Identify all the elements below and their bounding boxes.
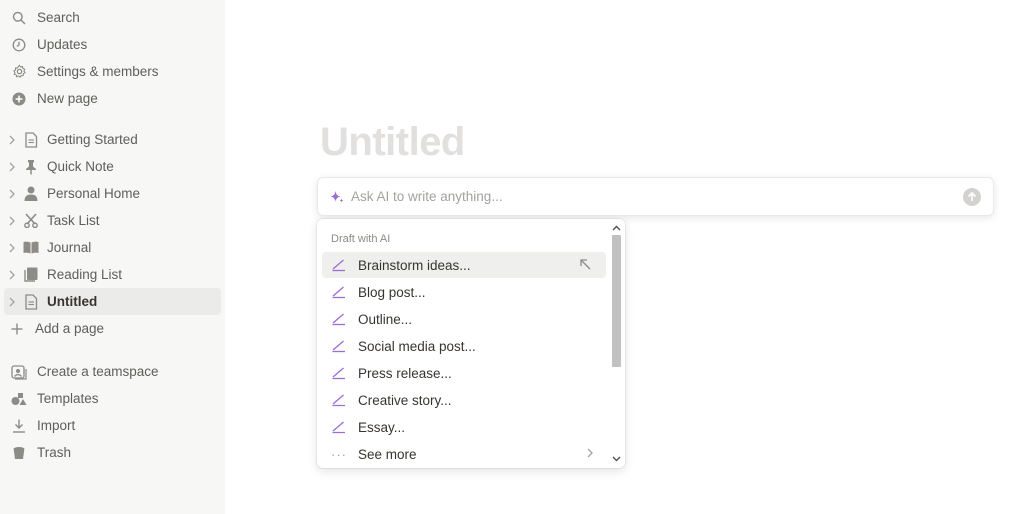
ai-prompt-bar bbox=[317, 177, 994, 216]
document-icon bbox=[23, 131, 39, 148]
menu-item-see-more[interactable]: ··· See more bbox=[322, 441, 606, 467]
sparkle-icon bbox=[330, 190, 344, 202]
sidebar-item-label: Settings & members bbox=[37, 64, 159, 79]
sidebar-page-journal[interactable]: Journal bbox=[0, 234, 221, 261]
sidebar-search[interactable]: Search bbox=[0, 4, 221, 31]
document-icon bbox=[23, 293, 39, 310]
pencil-icon bbox=[332, 367, 345, 380]
sidebar-page-quick-note[interactable]: Quick Note bbox=[0, 153, 221, 180]
sidebar-item-label: New page bbox=[37, 91, 98, 106]
sidebar-page-untitled[interactable]: Untitled bbox=[4, 288, 221, 315]
sidebar-templates[interactable]: Templates bbox=[0, 385, 221, 412]
sidebar-trash[interactable]: Trash bbox=[0, 439, 221, 466]
menu-section-header: Draft with AI bbox=[331, 233, 391, 245]
enter-arrow-icon bbox=[580, 259, 591, 270]
menu-item-label: Essay... bbox=[358, 419, 406, 435]
person-icon bbox=[23, 186, 39, 202]
sidebar-item-label: Create a teamspace bbox=[37, 364, 159, 379]
download-icon bbox=[11, 418, 27, 434]
sidebar-page-reading-list[interactable]: Reading List bbox=[0, 261, 221, 288]
sidebar-page-personal-home[interactable]: Personal Home bbox=[0, 180, 221, 207]
add-page-button[interactable]: Add a page bbox=[0, 315, 221, 342]
sidebar-item-label: Personal Home bbox=[47, 186, 141, 201]
ai-suggestions-menu: Draft with AI Brainstorm ideas... Blog p… bbox=[317, 219, 625, 468]
chevron-right-icon[interactable] bbox=[8, 216, 20, 226]
sidebar-item-label: Trash bbox=[37, 445, 72, 460]
menu-scrollbar[interactable] bbox=[608, 219, 625, 468]
menu-item-label: Social media post... bbox=[358, 338, 476, 354]
notebook-icon bbox=[23, 267, 39, 283]
plus-icon bbox=[9, 321, 25, 337]
menu-item-press-release[interactable]: Press release... bbox=[322, 360, 606, 386]
sidebar-settings[interactable]: Settings & members bbox=[0, 58, 221, 85]
sidebar-item-label: Search bbox=[37, 10, 80, 25]
chevron-right-icon[interactable] bbox=[8, 243, 20, 253]
arrow-up-icon bbox=[967, 192, 977, 201]
sidebar-item-label: Task List bbox=[47, 213, 100, 228]
pencil-icon bbox=[332, 259, 345, 272]
pencil-icon bbox=[332, 340, 345, 353]
menu-item-creative-story[interactable]: Creative story... bbox=[322, 387, 606, 413]
sidebar-item-label: Updates bbox=[37, 37, 88, 52]
sidebar-item-label: Templates bbox=[37, 391, 99, 406]
send-button[interactable] bbox=[963, 188, 981, 206]
more-dots-icon: ··· bbox=[331, 446, 347, 462]
menu-item-brainstorm[interactable]: Brainstorm ideas... bbox=[322, 252, 606, 278]
search-icon bbox=[11, 10, 27, 26]
menu-item-social-media-post[interactable]: Social media post... bbox=[322, 333, 606, 359]
chevron-right-icon[interactable] bbox=[8, 135, 20, 145]
menu-item-label: Blog post... bbox=[358, 284, 426, 300]
sidebar: Search Updates Settings & members New pa… bbox=[0, 0, 225, 514]
sidebar-item-label: Quick Note bbox=[47, 159, 114, 174]
sidebar-item-label: Journal bbox=[47, 240, 92, 255]
trash-icon bbox=[11, 445, 27, 461]
sidebar-item-label: Untitled bbox=[47, 294, 98, 309]
menu-item-label: Press release... bbox=[358, 365, 452, 381]
sidebar-import[interactable]: Import bbox=[0, 412, 221, 439]
sidebar-updates[interactable]: Updates bbox=[0, 31, 221, 58]
teamspace-icon bbox=[11, 364, 27, 380]
pencil-icon bbox=[332, 313, 345, 326]
plus-circle-icon bbox=[11, 91, 27, 107]
scrollbar-thumb[interactable] bbox=[612, 235, 621, 367]
pencil-icon bbox=[332, 286, 345, 299]
sidebar-create-teamspace[interactable]: Create a teamspace bbox=[0, 358, 221, 385]
scroll-up-arrow-icon[interactable] bbox=[608, 221, 625, 235]
pencil-icon bbox=[332, 394, 345, 407]
menu-item-label: Creative story... bbox=[358, 392, 452, 408]
scissors-icon bbox=[23, 213, 39, 229]
menu-item-label: Brainstorm ideas... bbox=[358, 257, 471, 273]
chevron-right-icon[interactable] bbox=[8, 189, 20, 199]
sidebar-item-label: Import bbox=[37, 418, 76, 433]
chevron-right-icon[interactable] bbox=[8, 162, 20, 172]
sidebar-item-label: Reading List bbox=[47, 267, 123, 282]
sidebar-new-page[interactable]: New page bbox=[0, 85, 221, 112]
scroll-down-arrow-icon[interactable] bbox=[608, 452, 625, 466]
menu-item-label: Outline... bbox=[358, 311, 413, 327]
sidebar-item-label: Add a page bbox=[35, 321, 105, 336]
gear-icon bbox=[11, 64, 27, 80]
pin-icon bbox=[23, 159, 39, 175]
ai-prompt-input[interactable] bbox=[351, 189, 951, 204]
chevron-right-icon[interactable] bbox=[8, 270, 20, 280]
shapes-icon bbox=[11, 391, 27, 407]
sidebar-page-task-list[interactable]: Task List bbox=[0, 207, 221, 234]
page-title[interactable]: Untitled bbox=[320, 120, 465, 165]
chevron-right-icon bbox=[587, 448, 593, 458]
book-icon bbox=[23, 240, 39, 256]
sidebar-item-label: Getting Started bbox=[47, 132, 138, 147]
menu-item-blog-post[interactable]: Blog post... bbox=[322, 279, 606, 305]
menu-item-outline[interactable]: Outline... bbox=[322, 306, 606, 332]
pencil-icon bbox=[332, 421, 345, 434]
chevron-right-icon[interactable] bbox=[8, 297, 20, 307]
clock-icon bbox=[11, 37, 27, 53]
menu-item-essay[interactable]: Essay... bbox=[322, 414, 606, 440]
menu-item-label: See more bbox=[358, 446, 417, 462]
sidebar-page-getting-started[interactable]: Getting Started bbox=[0, 126, 221, 153]
